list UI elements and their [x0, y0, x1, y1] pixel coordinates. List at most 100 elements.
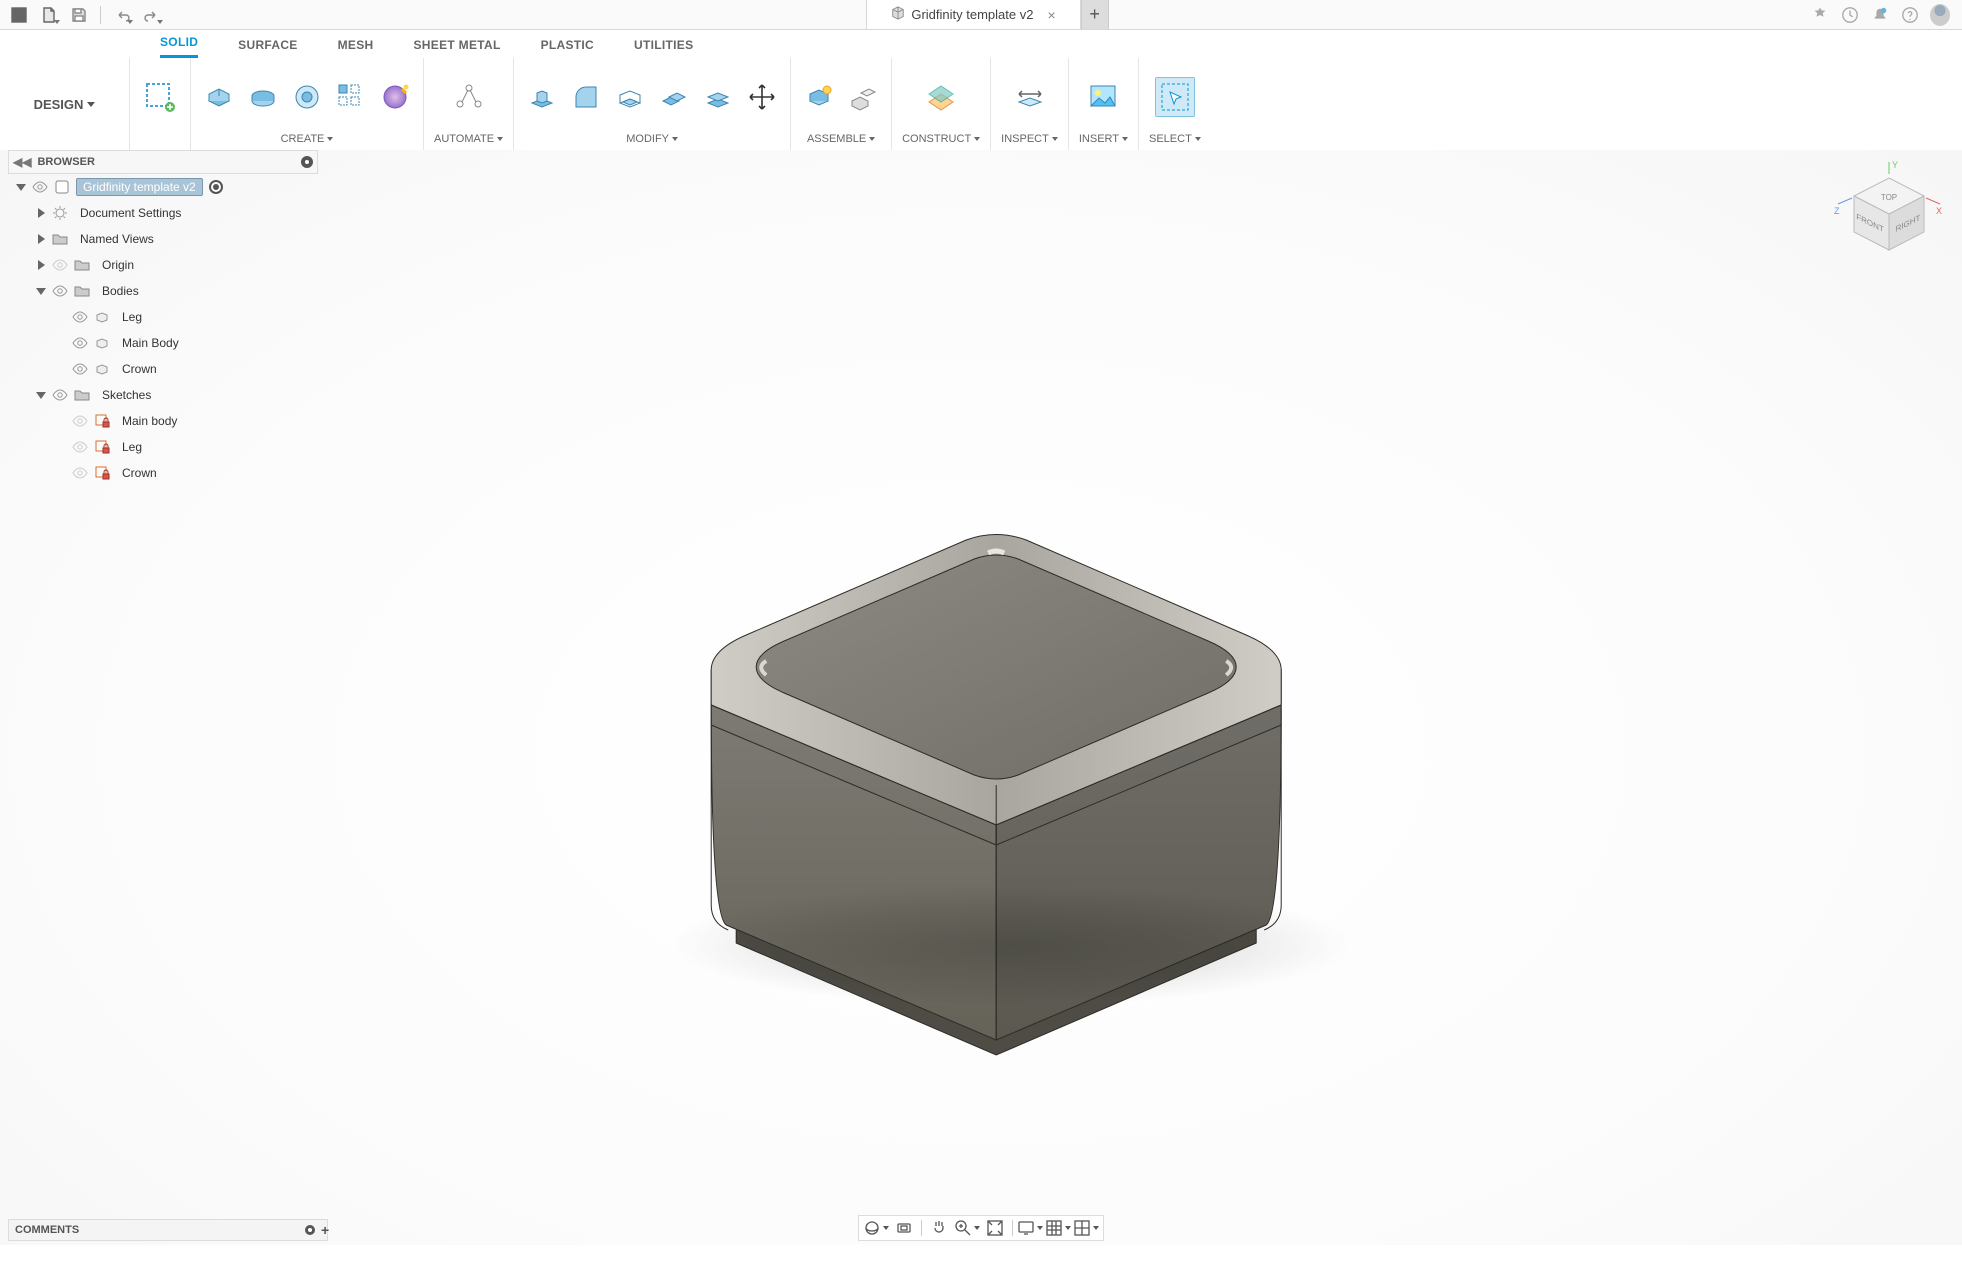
visibility-off-icon[interactable]: [72, 413, 88, 429]
visibility-icon[interactable]: [72, 309, 88, 325]
construct-plane-button[interactable]: [921, 77, 961, 117]
group-label-construct: CONSTRUCT: [902, 133, 971, 145]
tree-item-body-crown[interactable]: Crown: [8, 356, 318, 382]
new-tab-button[interactable]: +: [1081, 0, 1109, 29]
comments-bar[interactable]: COMMENTS: [8, 1219, 328, 1241]
align-button[interactable]: [700, 79, 736, 115]
tree-item-bodies[interactable]: Bodies: [8, 278, 318, 304]
body-icon: [94, 361, 110, 377]
lookAt-button[interactable]: [891, 1217, 917, 1239]
tab-sheetmetal[interactable]: SHEET METAL: [414, 38, 501, 58]
automate-button[interactable]: [449, 77, 489, 117]
folder-icon: [52, 231, 68, 247]
pan-button[interactable]: [926, 1217, 952, 1239]
ribbon-group-automate: AUTOMATE: [424, 58, 514, 150]
workspace-tabs: SOLID SURFACE MESH SHEET METAL PLASTIC U…: [0, 30, 1962, 58]
undo-icon[interactable]: [109, 3, 135, 27]
canvas-area[interactable]: ◀◀ BROWSER Gridfinity template v2 Docume…: [0, 150, 1962, 1245]
user-avatar[interactable]: [1930, 5, 1950, 25]
visibility-off-icon[interactable]: [72, 439, 88, 455]
grid-button[interactable]: [1045, 1217, 1071, 1239]
insert-button[interactable]: [1083, 77, 1123, 117]
document-title: Gridfinity template v2: [911, 7, 1033, 22]
navigation-bar: [858, 1215, 1104, 1241]
tree-root[interactable]: Gridfinity template v2: [8, 174, 318, 200]
tree-item-sketch-leg[interactable]: Leg: [8, 434, 318, 460]
tree-label: Main body: [116, 413, 183, 429]
browser-options-icon[interactable]: [301, 156, 313, 168]
component-icon: [54, 179, 70, 195]
tab-mesh[interactable]: MESH: [338, 38, 374, 58]
create-sketch-button[interactable]: [140, 77, 180, 117]
sketch-locked-icon: [94, 465, 110, 481]
help-icon[interactable]: [1900, 5, 1920, 25]
redo-icon[interactable]: [139, 3, 165, 27]
activate-dot-icon[interactable]: [209, 180, 223, 194]
pattern-button[interactable]: [333, 79, 369, 115]
move-button[interactable]: [744, 79, 780, 115]
close-tab-icon[interactable]: ×: [1047, 7, 1055, 23]
extrude-button[interactable]: [201, 79, 237, 115]
job-status-icon[interactable]: [1840, 5, 1860, 25]
fillet-button[interactable]: [568, 79, 604, 115]
data-panel-icon[interactable]: [6, 3, 32, 27]
tab-utilities[interactable]: UTILITIES: [634, 38, 693, 58]
display-settings-button[interactable]: [1017, 1217, 1043, 1239]
tree-item-sketch-crown[interactable]: Crown: [8, 460, 318, 486]
tree-item-body-leg[interactable]: Leg: [8, 304, 318, 330]
combine-button[interactable]: [656, 79, 692, 115]
tree-item-origin[interactable]: Origin: [8, 252, 318, 278]
tree-item-document-settings[interactable]: Document Settings: [8, 200, 318, 226]
new-component-button[interactable]: [801, 79, 837, 115]
tree-label: Crown: [116, 465, 163, 481]
visibility-icon[interactable]: [72, 335, 88, 351]
group-label-create: CREATE: [281, 133, 325, 145]
joint-button[interactable]: [845, 79, 881, 115]
viewcube[interactable]: TOP FRONT RIGHT Y X Z: [1834, 160, 1944, 270]
tree-item-named-views[interactable]: Named Views: [8, 226, 318, 252]
zoom-button[interactable]: [954, 1217, 980, 1239]
measure-button[interactable]: [1010, 77, 1050, 117]
tab-surface[interactable]: SURFACE: [238, 38, 297, 58]
visibility-icon[interactable]: [52, 283, 68, 299]
tree-item-sketch-mainbody[interactable]: Main body: [8, 408, 318, 434]
visibility-icon[interactable]: [72, 361, 88, 377]
group-label-assemble: ASSEMBLE: [807, 133, 866, 145]
form-button[interactable]: [377, 79, 413, 115]
document-tab[interactable]: Gridfinity template v2 ×: [866, 0, 1080, 29]
visibility-icon[interactable]: [32, 179, 48, 195]
workspace-switcher[interactable]: DESIGN: [0, 58, 130, 150]
notifications-icon[interactable]: [1870, 5, 1890, 25]
tab-solid[interactable]: SOLID: [160, 35, 198, 58]
shell-button[interactable]: [612, 79, 648, 115]
sketch-locked-icon: [94, 413, 110, 429]
workspace-switcher-label: DESIGN: [34, 97, 84, 112]
browser-header[interactable]: ◀◀ BROWSER: [8, 150, 318, 174]
ribbon-group-modify: MODIFY: [514, 58, 791, 150]
extensions-icon[interactable]: [1810, 5, 1830, 25]
visibility-icon[interactable]: [52, 387, 68, 403]
tree-item-body-mainbody[interactable]: Main Body: [8, 330, 318, 356]
file-icon[interactable]: [36, 3, 62, 27]
tree-label: Bodies: [96, 283, 145, 299]
browser-tree: Gridfinity template v2 Document Settings…: [8, 174, 318, 486]
presspull-button[interactable]: [524, 79, 560, 115]
visibility-off-icon[interactable]: [72, 465, 88, 481]
comments-options-icon[interactable]: [305, 1225, 315, 1235]
collapse-browser-icon[interactable]: ◀◀: [13, 155, 31, 169]
select-button[interactable]: [1155, 77, 1195, 117]
revolve-button[interactable]: [245, 79, 281, 115]
tab-plastic[interactable]: PLASTIC: [541, 38, 594, 58]
ribbon-group-create: CREATE: [191, 58, 424, 150]
sweep-button[interactable]: [289, 79, 325, 115]
fit-button[interactable]: [982, 1217, 1008, 1239]
save-icon[interactable]: [66, 3, 92, 27]
visibility-off-icon[interactable]: [52, 257, 68, 273]
svg-text:Z: Z: [1834, 206, 1840, 216]
tree-item-sketches[interactable]: Sketches: [8, 382, 318, 408]
folder-icon: [74, 387, 90, 403]
tree-label: Crown: [116, 361, 163, 377]
orbit-button[interactable]: [863, 1217, 889, 1239]
group-label-select: SELECT: [1149, 133, 1192, 145]
viewport-button[interactable]: [1073, 1217, 1099, 1239]
